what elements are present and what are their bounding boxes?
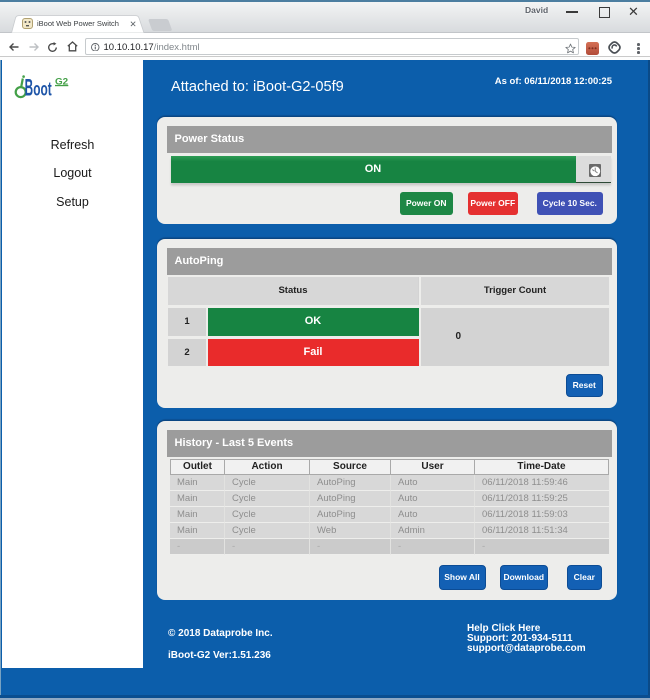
svg-text:oot: oot: [33, 80, 52, 101]
svg-text:G2: G2: [55, 76, 68, 86]
svg-text:B: B: [25, 75, 33, 102]
